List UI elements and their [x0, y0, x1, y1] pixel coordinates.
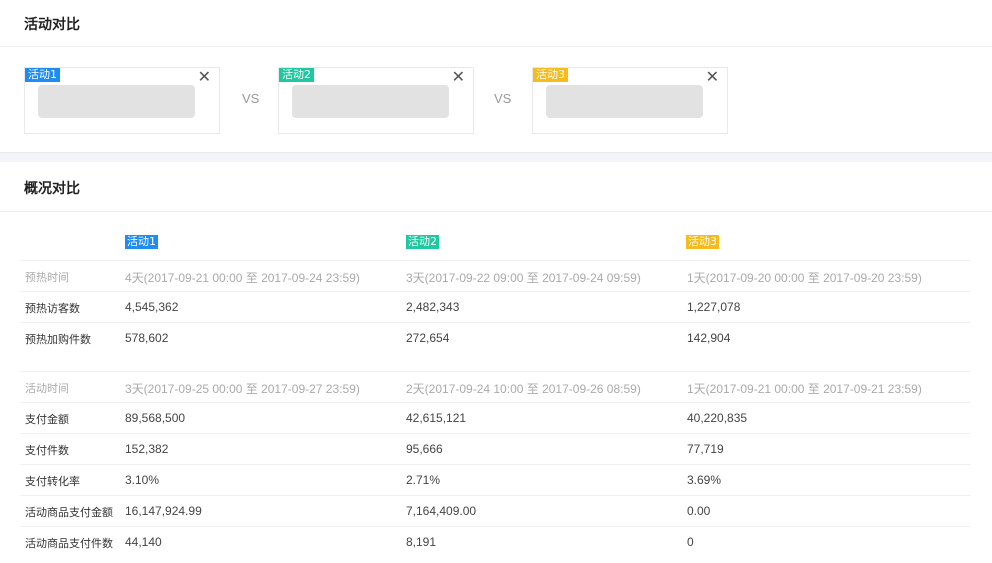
- table-cell: 0.00: [687, 504, 711, 518]
- table-cell: 3天(2017-09-25 00:00 至 2017-09-27 23:59): [125, 382, 360, 396]
- table-cell: 89,568,500: [125, 411, 186, 425]
- table-cell: 2.71%: [406, 473, 441, 487]
- table-cell: 152,382: [125, 442, 169, 456]
- activity-select-2[interactable]: [292, 85, 449, 118]
- table-cell: 16,147,924.99: [125, 504, 202, 518]
- overview-panel-title: 概况对比: [24, 181, 80, 197]
- table-row: 预热访客数 4,545,362 2,482,343 1,227,078: [20, 292, 970, 323]
- table-cell: 8,191: [406, 535, 437, 549]
- table-row: 支付件数 152,382 95,666 77,719: [20, 434, 970, 465]
- table-cell: 2,482,343: [406, 300, 460, 314]
- activity-tag-2: 活动2: [279, 68, 314, 82]
- row-label: 支付转化率: [25, 475, 80, 488]
- table-cell: 95,666: [406, 442, 443, 456]
- table-row: 活动商品支付件数 44,140 8,191 0: [20, 527, 970, 558]
- overview-header-divider: [0, 211, 992, 212]
- table-cell: 7,164,409.00: [406, 504, 477, 518]
- close-icon[interactable]: ✕: [198, 69, 211, 87]
- table-cell: 578,602: [125, 331, 169, 345]
- activity-tag-3: 活动3: [533, 68, 568, 82]
- row-label: 活动时间: [25, 382, 69, 395]
- row-label: 预热访客数: [25, 302, 80, 315]
- table-row: 预热时间 4天(2017-09-21 00:00 至 2017-09-24 23…: [20, 261, 970, 292]
- row-label: 支付件数: [25, 444, 69, 457]
- column-header-activity-3: 活动3: [686, 235, 719, 249]
- activity-select-3[interactable]: [546, 85, 703, 118]
- table-row: 预热加购件数 578,602 272,654 142,904: [20, 323, 970, 354]
- activity-card-1[interactable]: 活动1 ✕: [24, 67, 220, 134]
- table-cell: 272,654: [406, 331, 450, 345]
- activity-select-1[interactable]: [38, 85, 195, 118]
- table-cell: 44,140: [125, 535, 162, 549]
- activity-card-2[interactable]: 活动2 ✕: [278, 67, 474, 134]
- close-icon[interactable]: ✕: [706, 69, 719, 87]
- table-row: 活动时间 3天(2017-09-25 00:00 至 2017-09-27 23…: [20, 372, 970, 403]
- activity-card-3[interactable]: 活动3 ✕: [532, 67, 728, 134]
- table-row: 支付转化率 3.10% 2.71% 3.69%: [20, 465, 970, 496]
- table-cell: 142,904: [687, 331, 731, 345]
- vs-label-1: VS: [242, 91, 260, 106]
- table-cell: 1天(2017-09-21 00:00 至 2017-09-21 23:59): [687, 382, 922, 396]
- table-cell: 3天(2017-09-22 09:00 至 2017-09-24 09:59): [406, 271, 641, 285]
- row-label: 活动商品支付金额: [25, 506, 113, 519]
- activity-tag-1: 活动1: [25, 68, 60, 82]
- close-icon[interactable]: ✕: [452, 69, 465, 87]
- table-row: 活动商品支付金额 16,147,924.99 7,164,409.00 0.00: [20, 496, 970, 527]
- vs-label-2: VS: [494, 91, 512, 106]
- table-cell: 3.69%: [687, 473, 722, 487]
- compare-panel-title: 活动对比: [24, 17, 80, 33]
- compare-header-divider: [0, 46, 992, 47]
- row-label: 预热加购件数: [25, 333, 91, 346]
- table-cell: 1,227,078: [687, 300, 741, 314]
- row-label: 支付金额: [25, 413, 69, 426]
- table-cell: 0: [687, 535, 694, 549]
- column-header-activity-2: 活动2: [406, 235, 439, 249]
- column-header-activity-1: 活动1: [125, 235, 158, 249]
- table-cell: 40,220,835: [687, 411, 748, 425]
- table-row: 支付金额 89,568,500 42,615,121 40,220,835: [20, 403, 970, 434]
- section-separator: [0, 152, 992, 162]
- row-label: 预热时间: [25, 271, 69, 284]
- table-cell: 2天(2017-09-24 10:00 至 2017-09-26 08:59): [406, 382, 641, 396]
- table-cell: 77,719: [687, 442, 724, 456]
- table-cell: 4,545,362: [125, 300, 179, 314]
- table-cell: 1天(2017-09-20 00:00 至 2017-09-20 23:59): [687, 271, 922, 285]
- table-cell: 3.10%: [125, 473, 160, 487]
- table-cell: 4天(2017-09-21 00:00 至 2017-09-24 23:59): [125, 271, 360, 285]
- row-label: 活动商品支付件数: [25, 537, 113, 550]
- table-cell: 42,615,121: [406, 411, 467, 425]
